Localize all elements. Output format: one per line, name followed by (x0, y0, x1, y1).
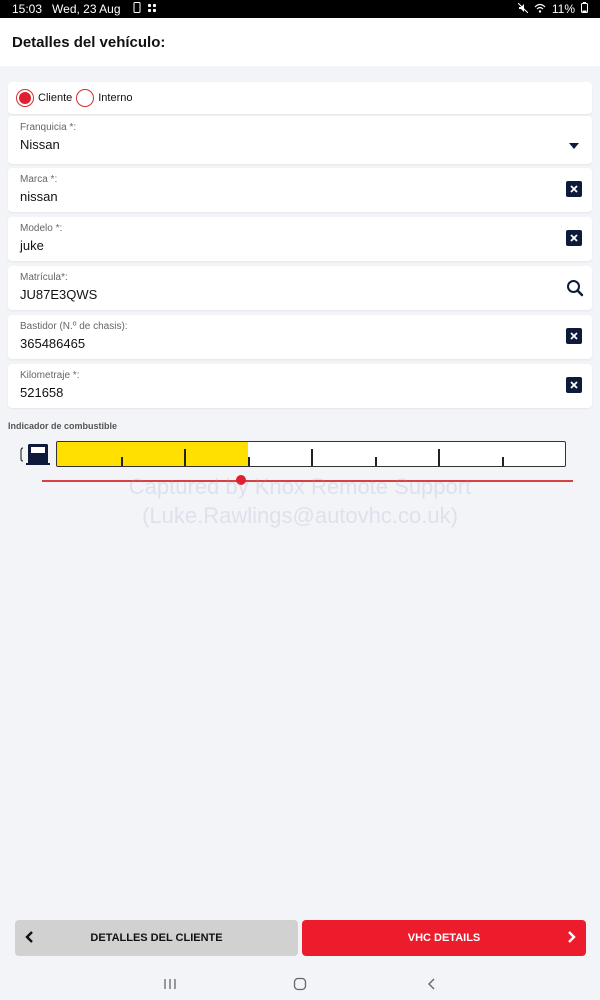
battery-icon (581, 2, 588, 16)
customer-type-selector: Cliente Interno (8, 82, 592, 114)
fuel-gauge-tick (501, 457, 504, 466)
bastidor-value[interactable]: 365486465 (20, 336, 580, 351)
kilometraje-value[interactable]: 521658 (20, 385, 580, 400)
system-nav-bar (0, 966, 600, 1000)
bastidor-label: Bastidor (N.º de chasis): (20, 321, 128, 332)
search-icon[interactable] (566, 279, 584, 297)
wifi-icon (534, 2, 546, 16)
fuel-gauge (56, 441, 566, 467)
fuel-level-fill (57, 442, 248, 466)
radio-interno-label[interactable]: Interno (98, 92, 132, 104)
kilometraje-label: Kilometraje *: (20, 370, 80, 381)
marca-field[interactable]: Marca *: nissan (8, 168, 592, 212)
radio-cliente-label[interactable]: Cliente (38, 92, 72, 104)
franquicia-label: Franquicia *: (20, 122, 77, 133)
clear-modelo-icon[interactable] (566, 230, 582, 246)
bastidor-field[interactable]: Bastidor (N.º de chasis): 365486465 (8, 315, 592, 359)
fuel-gauge-tick (311, 449, 313, 466)
watermark-line-2: (Luke.Rawlings@autovhc.co.uk) (142, 503, 458, 528)
modelo-field[interactable]: Modelo *: juke (8, 217, 592, 261)
fuel-pump-icon (20, 442, 52, 466)
status-time: 15:03 (12, 2, 43, 16)
watermark-line-1: Captured by Knox Remote Support (128, 474, 472, 499)
clear-kilometraje-icon[interactable] (566, 377, 582, 393)
back-icon[interactable] (424, 976, 440, 992)
status-date: Wed, 23 Aug (52, 2, 121, 16)
radio-cliente[interactable] (16, 89, 34, 107)
matricula-field[interactable]: Matrícula*: JU87E3QWS (8, 266, 592, 310)
fuel-gauge-tick (247, 457, 250, 466)
radio-interno[interactable] (76, 89, 95, 107)
clear-marca-icon[interactable] (566, 181, 582, 197)
mute-icon (517, 2, 529, 16)
vhc-details-button[interactable]: VHC DETAILS (302, 920, 586, 956)
customer-details-button[interactable]: DETALLES DEL CLIENTE (15, 920, 298, 956)
chevron-right-icon (564, 930, 578, 944)
matricula-value[interactable]: JU87E3QWS (20, 287, 580, 302)
battery-level: 11% (551, 2, 575, 16)
fuel-gauge-tick (184, 449, 186, 466)
dropdown-arrow-icon[interactable] (566, 138, 582, 154)
vhc-details-label: VHC DETAILS (407, 932, 481, 944)
apps-icon (147, 2, 157, 16)
status-bar: 15:03 Wed, 23 Aug 11% (0, 0, 600, 18)
customer-details-label: DETALLES DEL CLIENTE (90, 932, 223, 944)
fuel-gauge-tick (120, 457, 123, 466)
matricula-label: Matrícula*: (20, 272, 68, 283)
fuel-indicator-label: Indicador de combustible (8, 421, 118, 431)
fuel-gauge-tick (438, 449, 440, 466)
franquicia-value[interactable]: Nissan (20, 137, 580, 152)
page-header: Detalles del vehículo: (0, 18, 600, 66)
modelo-value[interactable]: juke (20, 238, 580, 253)
modelo-label: Modelo *: (20, 223, 63, 234)
marca-label: Marca *: (20, 174, 58, 185)
franquicia-field[interactable]: Franquicia *: Nissan (8, 116, 592, 164)
kilometraje-field[interactable]: Kilometraje *: 521658 (8, 364, 592, 408)
page-title: Detalles del vehículo: (12, 33, 166, 51)
chevron-left-icon (23, 930, 37, 944)
phone-icon (133, 2, 141, 16)
home-icon[interactable] (292, 976, 308, 992)
clear-bastidor-icon[interactable] (566, 328, 582, 344)
recent-apps-icon[interactable] (162, 976, 178, 992)
fuel-gauge-tick (374, 457, 377, 466)
marca-value[interactable]: nissan (20, 189, 580, 204)
